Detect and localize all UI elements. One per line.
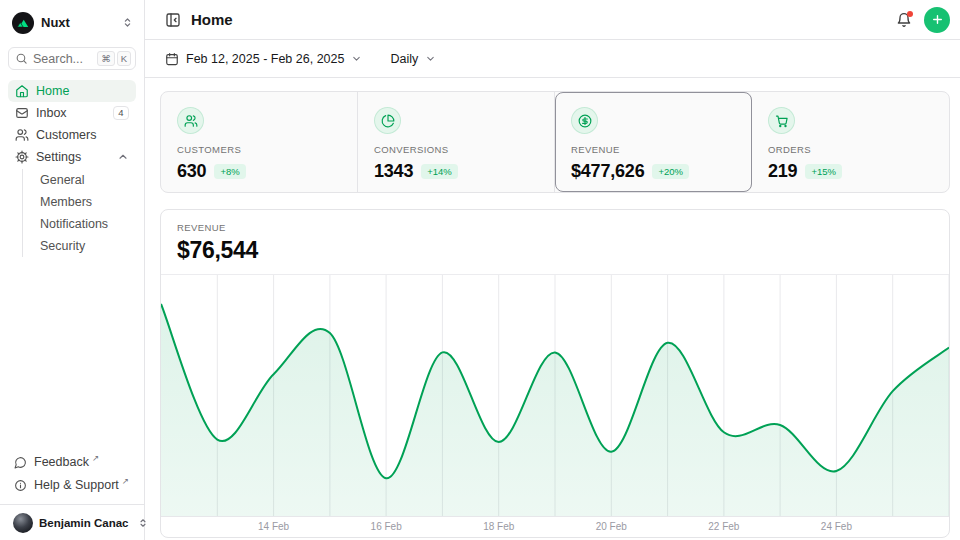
sidebar-item-general[interactable]: General — [36, 169, 136, 191]
external-link-icon: ↗ — [122, 476, 129, 486]
x-axis-label: 18 Feb — [483, 521, 514, 532]
sidebar-item-label: Customers — [36, 128, 96, 142]
kbd-cmd: ⌘ — [97, 51, 115, 67]
x-axis-label: 14 Feb — [258, 521, 289, 532]
stat-delta-badge: +15% — [805, 164, 842, 180]
search-shortcut: ⌘ K — [97, 51, 131, 67]
sidebar-item-security[interactable]: Security — [36, 235, 136, 257]
workspace-selector[interactable]: Nuxt — [8, 8, 136, 34]
page-header: Home — [145, 0, 960, 40]
subnav-label: General — [40, 173, 84, 187]
add-button[interactable] — [924, 7, 950, 33]
inbox-icon — [15, 106, 29, 120]
stat-label: CONVERSIONS — [374, 144, 538, 155]
notification-dot — [907, 11, 914, 18]
search-placeholder: Search... — [33, 52, 83, 66]
revenue-chart-card: REVENUE $76,544 14 Feb 16 Feb 18 Feb 20 Feb… — [160, 209, 950, 538]
page-title: Home — [191, 11, 233, 28]
stat-card-revenue[interactable]: REVENUE $477,626 +20% — [555, 92, 752, 192]
date-range-picker[interactable]: Feb 12, 2025 - Feb 26, 2025 — [165, 52, 362, 66]
user-menu[interactable]: Benjamin Canac — [8, 505, 136, 535]
sidebar-item-label: Inbox — [36, 106, 67, 120]
sidebar-item-label: Home — [36, 84, 69, 98]
message-circle-icon — [14, 456, 27, 469]
inbox-count-badge: 4 — [113, 106, 129, 121]
chart-header: REVENUE $76,544 — [161, 210, 949, 275]
external-link-icon: ↗ — [92, 453, 99, 463]
sidebar-item-customers[interactable]: Customers — [8, 124, 136, 146]
period-select[interactable]: Daily — [390, 52, 436, 66]
stat-label: ORDERS — [768, 144, 933, 155]
sidebar-item-home[interactable]: Home — [8, 80, 136, 102]
stat-value: 1343 — [374, 161, 413, 182]
sidebar-item-label: Settings — [36, 150, 81, 164]
chart-pie-icon — [374, 107, 401, 134]
stat-delta-badge: +8% — [214, 164, 245, 180]
stat-value: $477,626 — [571, 161, 644, 182]
plus-icon — [931, 13, 944, 26]
chevron-up-icon — [117, 151, 129, 163]
shopping-cart-icon — [768, 107, 795, 134]
chart-title: REVENUE — [177, 222, 933, 233]
feedback-label: Feedback — [34, 455, 89, 469]
kbd-k: K — [117, 51, 131, 67]
subnav-label: Notifications — [40, 217, 108, 231]
search-icon — [15, 52, 28, 65]
settings-subnav: General Members Notifications Security — [22, 169, 136, 257]
info-circle-icon — [14, 479, 27, 492]
notifications-button[interactable] — [896, 12, 912, 28]
workspace-name: Nuxt — [41, 15, 70, 30]
x-axis-label: 20 Feb — [596, 521, 627, 532]
x-axis-label: 22 Feb — [708, 521, 739, 532]
search-input[interactable]: Search... ⌘ K — [8, 47, 136, 70]
stat-label: CUSTOMERS — [177, 144, 341, 155]
users-icon — [177, 107, 204, 134]
chevron-up-down-icon — [121, 16, 134, 29]
dashboard-content: CUSTOMERS 630 +8% CONVERSIONS 1343 +14% — [145, 78, 960, 540]
sidebar-item-notifications[interactable]: Notifications — [36, 213, 136, 235]
chevron-down-icon — [351, 53, 362, 64]
user-name: Benjamin Canac — [39, 517, 128, 529]
stat-card-orders[interactable]: ORDERS 219 +15% — [752, 92, 949, 192]
date-range-label: Feb 12, 2025 - Feb 26, 2025 — [186, 52, 344, 66]
circle-dollar-icon — [571, 107, 598, 134]
sidebar-item-settings[interactable]: Settings — [8, 146, 136, 168]
x-axis-label: 16 Feb — [371, 521, 402, 532]
stat-delta-badge: +14% — [421, 164, 458, 180]
period-label: Daily — [390, 52, 418, 66]
sidebar: Nuxt Search... ⌘ K Home Inbox 4 — [0, 0, 145, 540]
subnav-label: Members — [40, 195, 92, 209]
chart-current-value: $76,544 — [177, 237, 933, 264]
x-axis-label: 24 Feb — [821, 521, 852, 532]
stat-card-customers[interactable]: CUSTOMERS 630 +8% — [161, 92, 358, 192]
nuxt-logo-icon — [12, 12, 34, 34]
stat-card-conversions[interactable]: CONVERSIONS 1343 +14% — [358, 92, 555, 192]
main-area: Home Feb 12, 2025 - Feb 26, 2025 Daily — [145, 0, 960, 540]
stats-grid: CUSTOMERS 630 +8% CONVERSIONS 1343 +14% — [160, 91, 950, 193]
calendar-icon — [165, 52, 179, 66]
stat-value: 219 — [768, 161, 797, 182]
sidebar-item-inbox[interactable]: Inbox 4 — [8, 102, 136, 124]
sidebar-nav: Home Inbox 4 Customers Settings Genera — [8, 80, 136, 259]
feedback-link[interactable]: Feedback ↗ — [8, 451, 136, 473]
revenue-chart-svg — [161, 275, 949, 517]
settings-gear-icon — [15, 150, 29, 164]
stat-delta-badge: +20% — [652, 164, 689, 180]
home-icon — [15, 84, 29, 98]
user-avatar — [13, 513, 33, 533]
subnav-label: Security — [40, 239, 85, 253]
stat-label: REVENUE — [571, 144, 735, 155]
filters-bar: Feb 12, 2025 - Feb 26, 2025 Daily — [145, 40, 960, 78]
help-support-link[interactable]: Help & Support ↗ — [8, 474, 136, 496]
users-icon — [15, 128, 29, 142]
chevron-down-icon — [425, 53, 436, 64]
collapse-sidebar-button[interactable] — [165, 12, 181, 28]
stat-value: 630 — [177, 161, 206, 182]
chart-x-axis-labels: 14 Feb 16 Feb 18 Feb 20 Feb 22 Feb 24 Feb — [161, 517, 949, 537]
revenue-area-chart[interactable] — [161, 275, 949, 517]
sidebar-item-members[interactable]: Members — [36, 191, 136, 213]
help-support-label: Help & Support — [34, 478, 119, 492]
